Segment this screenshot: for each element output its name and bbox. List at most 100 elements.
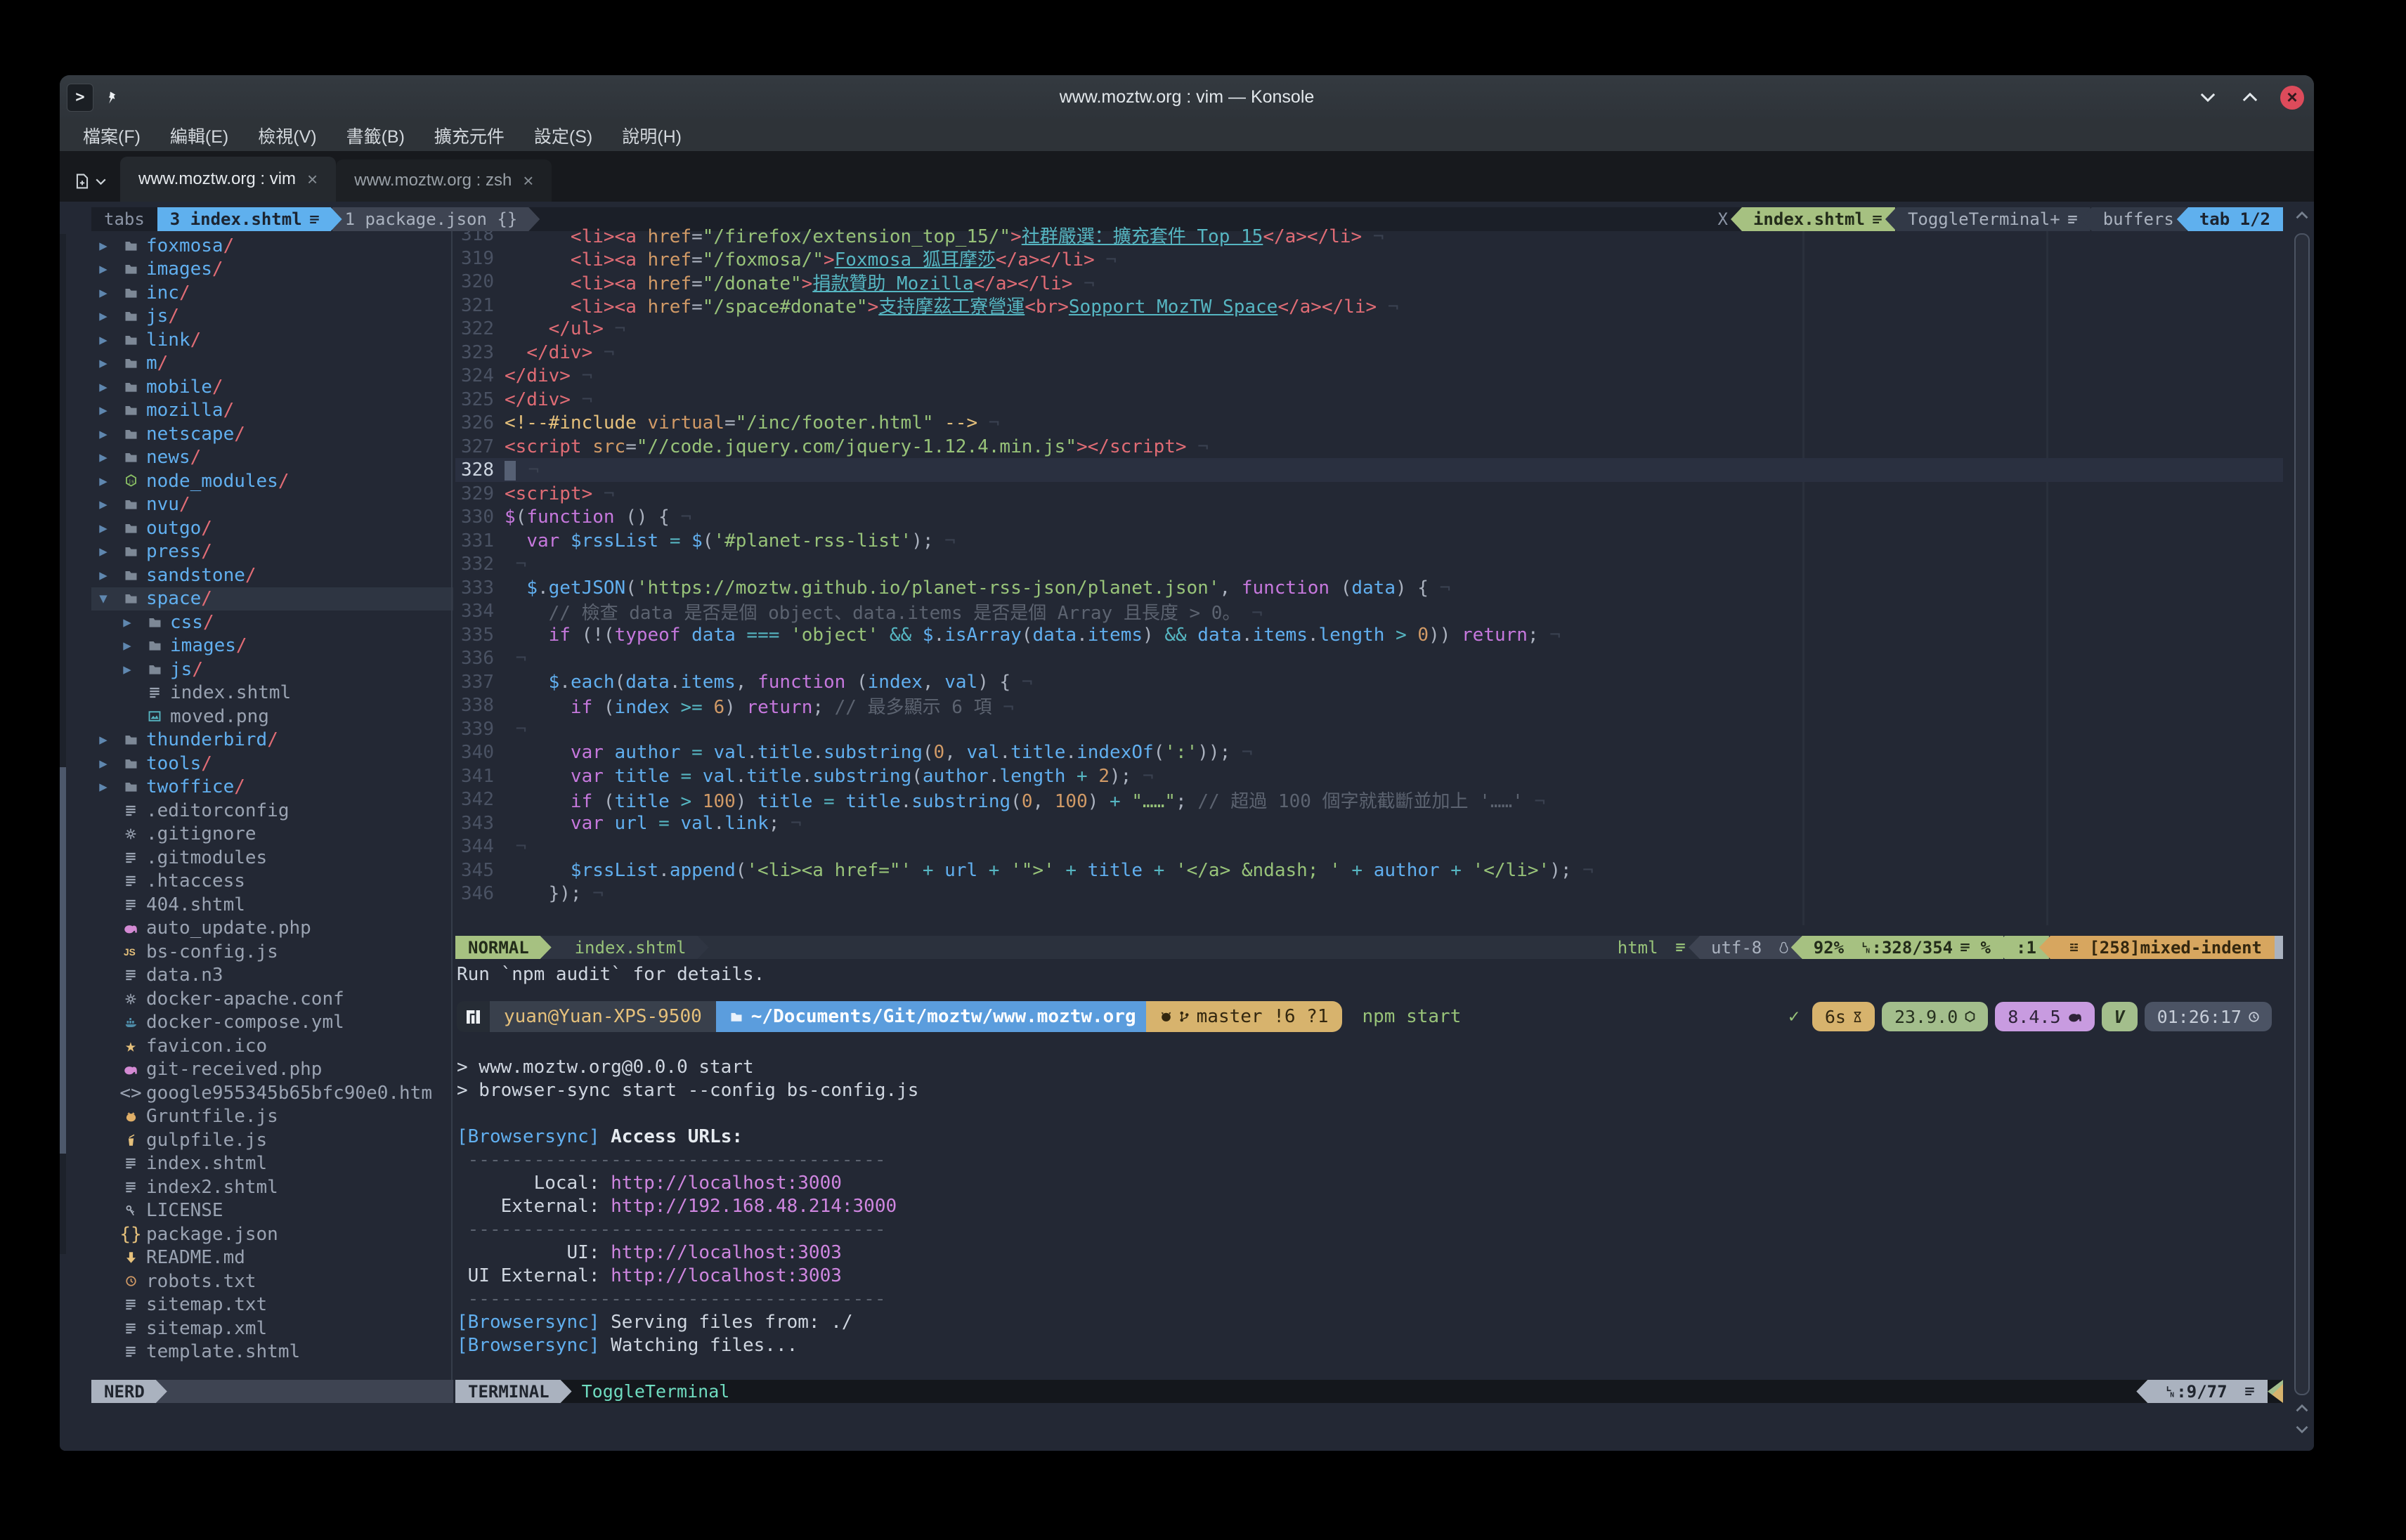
vim-tabline-index-shtml[interactable]: index.shtml <box>1731 207 1895 231</box>
tree-row-netscape[interactable]: ▶netscape/ <box>91 422 453 445</box>
code-line-334[interactable]: 334 // 檢查 data 是否是個 object、data.items 是否… <box>455 599 2283 623</box>
tree-row-nvu[interactable]: ▶nvu/ <box>91 493 453 516</box>
titlebar[interactable]: > www.moztw.org : vim — Konsole × <box>60 75 2314 119</box>
tree-row-tools[interactable]: ▶tools/ <box>91 752 453 775</box>
tree-row-sitemap-xml[interactable]: sitemap.xml <box>91 1317 453 1340</box>
tree-row--editorconfig[interactable]: .editorconfig <box>91 799 453 822</box>
code-line-331[interactable]: 331 var $rssList = $('#planet-rss-list')… <box>455 529 2283 553</box>
tree-row-mozilla[interactable]: ▶mozilla/ <box>91 399 453 422</box>
tree-row-docker-apache-conf[interactable]: docker-apache.conf <box>91 987 453 1010</box>
code-line-324[interactable]: 324</div> ¬ <box>455 364 2283 388</box>
tree-row--htaccess[interactable]: .htaccess <box>91 870 453 893</box>
chevron-right-icon[interactable]: ▶ <box>91 474 115 489</box>
chevron-right-icon[interactable]: ▶ <box>91 732 115 748</box>
code-line-319[interactable]: 319 <li><a href="/foxmosa/">Foxmosa 狐耳摩莎… <box>455 247 2283 270</box>
new-tab-button[interactable] <box>60 161 120 202</box>
chevron-right-icon[interactable]: ▶ <box>91 261 115 277</box>
menu-item-4[interactable]: 擴充元件 <box>420 119 519 151</box>
maximize-icon[interactable] <box>2238 86 2262 110</box>
chevron-right-icon[interactable]: ▶ <box>91 285 115 301</box>
code-pane[interactable]: 318 <li><a href="/firefox/extension_top_… <box>455 202 2283 936</box>
chevron-right-icon[interactable]: ▶ <box>91 332 115 348</box>
vim-tab-3-index-shtml[interactable]: 3 index.shtml <box>157 207 342 231</box>
tree-row-foxmosa[interactable]: ▶foxmosa/ <box>91 234 453 257</box>
tree-row-css[interactable]: ▶css/ <box>91 611 477 634</box>
chevron-right-icon[interactable]: ▶ <box>91 308 115 324</box>
tree-row-template-shtml[interactable]: template.shtml <box>91 1340 453 1364</box>
code-line-333[interactable]: 333 $.getJSON('https://moztw.github.io/p… <box>455 576 2283 600</box>
chevron-right-icon[interactable]: ▶ <box>91 426 115 442</box>
code-line-345[interactable]: 345 $rssList.append('<li><a href="' + ur… <box>455 859 2283 882</box>
tree-row-outgo[interactable]: ▶outgo/ <box>91 516 453 540</box>
tree-row-sitemap-txt[interactable]: sitemap.txt <box>91 1293 453 1317</box>
tree-row-google955345b65bfc90e0-htm[interactable]: <>google955345b65bfc90e0.htm <box>91 1081 453 1104</box>
tree-row-data-n3[interactable]: data.n3 <box>91 964 453 987</box>
code-line-328[interactable]: 328 ¬ <box>455 458 2283 482</box>
code-line-341[interactable]: 341 var title = val.title.substring(auth… <box>455 764 2283 788</box>
nerdtree-scrollbar[interactable] <box>60 234 66 1254</box>
chevron-right-icon[interactable]: ▶ <box>115 638 139 653</box>
tree-row-index2-shtml[interactable]: index2.shtml <box>91 1175 453 1199</box>
chevron-right-icon[interactable]: ▶ <box>91 355 115 371</box>
vim-tab-tabs[interactable]: tabs <box>91 207 167 231</box>
tree-row-twoffice[interactable]: ▶twoffice/ <box>91 776 453 799</box>
chevron-right-icon[interactable]: ▶ <box>91 521 115 536</box>
tree-row-thunderbird[interactable]: ▶thunderbird/ <box>91 729 453 752</box>
tree-row-moved-png[interactable]: moved.png <box>91 705 477 728</box>
tree-row-js[interactable]: ▶js/ <box>91 305 453 328</box>
chevron-right-icon[interactable]: ▶ <box>91 450 115 465</box>
menu-item-6[interactable]: 說明(H) <box>607 119 696 151</box>
code-line-344[interactable]: 344 ¬ <box>455 835 2283 859</box>
tree-row-README-md[interactable]: README.md <box>91 1246 453 1270</box>
code-line-342[interactable]: 342 if (title > 100) title = title.subst… <box>455 788 2283 811</box>
tree-row-sandstone[interactable]: ▶sandstone/ <box>91 563 453 587</box>
tree-row-Gruntfile-js[interactable]: Gruntfile.js <box>91 1105 453 1128</box>
menu-item-1[interactable]: 編輯(E) <box>155 119 243 151</box>
menu-item-3[interactable]: 書籤(B) <box>332 119 420 151</box>
code-line-322[interactable]: 322 </ul> ¬ <box>455 317 2283 341</box>
code-line-321[interactable]: 321 <li><a href="/space#donate">支持摩茲工寮營運… <box>455 294 2283 318</box>
tree-row-auto_update-php[interactable]: auto_update.php <box>91 917 453 940</box>
tree-row-images[interactable]: ▶images/ <box>91 634 477 658</box>
menu-item-2[interactable]: 檢視(V) <box>243 119 331 151</box>
konsole-tab-2[interactable]: www.moztw.org : zsh× <box>336 159 552 202</box>
scroll-up-icon[interactable] <box>2296 1404 2308 1412</box>
code-line-320[interactable]: 320 <li><a href="/donate">捐款贊助 Mozilla</… <box>455 270 2283 294</box>
chevron-right-icon[interactable]: ▶ <box>91 756 115 771</box>
scrollbar[interactable] <box>2292 202 2312 1451</box>
tree-row-news[interactable]: ▶news/ <box>91 446 453 469</box>
chevron-right-icon[interactable]: ▶ <box>91 497 115 512</box>
code-line-327[interactable]: 327<script src="//code.jquery.com/jquery… <box>455 435 2283 459</box>
code-line-343[interactable]: 343 var url = val.link; ¬ <box>455 811 2283 835</box>
tree-row-bs-config-js[interactable]: JSbs-config.js <box>91 940 453 963</box>
tree-row-robots-txt[interactable]: robots.txt <box>91 1270 453 1293</box>
scrollbar-thumb[interactable] <box>2294 233 2310 1395</box>
chevron-right-icon[interactable]: ▶ <box>91 379 115 395</box>
chevron-down-icon[interactable]: ▼ <box>91 591 115 606</box>
tab-close-icon[interactable]: × <box>307 169 318 190</box>
tree-row--gitignore[interactable]: .gitignore <box>91 823 453 846</box>
code-line-325[interactable]: 325</div> ¬ <box>455 388 2283 412</box>
code-line-339[interactable]: 339 ¬ <box>455 717 2283 741</box>
code-line-329[interactable]: 329<script> ¬ <box>455 482 2283 506</box>
chevron-right-icon[interactable]: ▶ <box>115 615 139 630</box>
code-line-336[interactable]: 336 ¬ <box>455 646 2283 670</box>
tree-row-404-shtml[interactable]: 404.shtml <box>91 893 453 916</box>
chevron-right-icon[interactable]: ▶ <box>91 403 115 418</box>
close-icon[interactable]: × <box>2280 86 2304 110</box>
tree-row-press[interactable]: ▶press/ <box>91 540 453 563</box>
tree-row-favicon-ico[interactable]: ★favicon.ico <box>91 1034 453 1057</box>
terminal-split-pane[interactable]: Run `npm audit` for details.yuan@Yuan-XP… <box>455 962 2283 1380</box>
code-line-340[interactable]: 340 var author = val.title.substring(0, … <box>455 740 2283 764</box>
tree-row-docker-compose-yml[interactable]: docker-compose.yml <box>91 1011 453 1034</box>
code-line-337[interactable]: 337 $.each(data.items, function (index, … <box>455 670 2283 694</box>
code-line-326[interactable]: 326<!--#include virtual="/inc/footer.htm… <box>455 411 2283 435</box>
menu-item-0[interactable]: 檔案(F) <box>68 119 155 151</box>
typed-command[interactable]: npm start <box>1362 1006 1461 1027</box>
tree-row-index-shtml[interactable]: index.shtml <box>91 681 477 705</box>
chevron-right-icon[interactable]: ▶ <box>115 662 139 677</box>
tree-row-mobile[interactable]: ▶mobile/ <box>91 375 453 398</box>
code-line-323[interactable]: 323 </div> ¬ <box>455 341 2283 365</box>
tree-row-inc[interactable]: ▶inc/ <box>91 281 453 304</box>
tree-row-link[interactable]: ▶link/ <box>91 328 453 351</box>
